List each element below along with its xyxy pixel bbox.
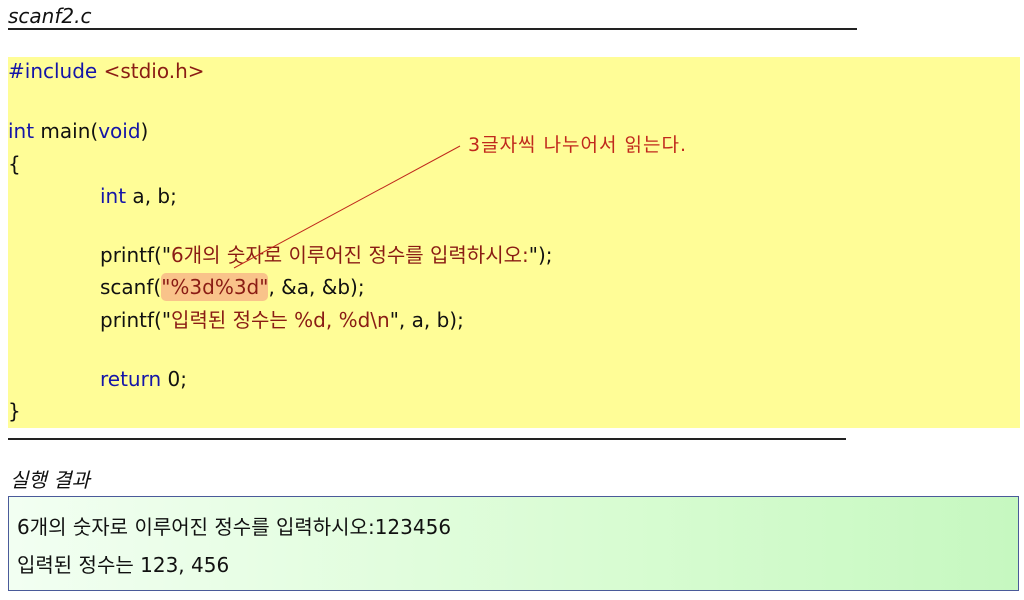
code-text: ", a, b); [389,308,464,332]
keyword: int [8,119,35,143]
code-line-printf-prompt: printf("6개의 숫자로 이루어진 정수를 입력하시오:"); [100,243,553,267]
bottom-divider [8,438,846,440]
code-line-include: #include <stdio.h> [8,59,205,83]
code-line-printf-result: printf("입력된 정수는 %d, %d\n", a, b); [100,308,464,332]
code-line-return: return 0; [100,367,187,391]
header-name: <stdio.h> [103,59,205,83]
code-line-main: int main(void) [8,119,148,143]
file-title: scanf2.c [8,4,92,28]
code-text: a, b; [126,184,177,208]
code-text: main( [34,119,99,143]
code-text: ) [140,119,149,143]
keyword: void [98,119,141,143]
code-text: printf(" [100,243,172,267]
output-line: 6개의 숫자로 이루어진 정수를 입력하시오:123456 [17,515,452,539]
annotation-note: 3글자씩 나누어서 읽는다. [468,134,688,156]
code-line-declaration: int a, b; [100,184,177,208]
keyword: #include [8,59,98,83]
result-output-box: 6개의 숫자로 이루어진 정수를 입력하시오:123456 입력된 정수는 12… [8,496,1019,591]
keyword: return [100,367,162,391]
code-text: scanf( [100,275,162,299]
keyword: int [100,184,127,208]
output-line: 입력된 정수는 123, 456 [17,553,230,577]
string-literal: 입력된 정수는 %d, %d\n [171,308,390,332]
result-title: 실행 결과 [10,468,90,492]
string-literal: 6개의 숫자로 이루어진 정수를 입력하시오: [171,243,529,267]
code-text: , &a, &b); [268,275,365,299]
code-line-scanf: scanf("%3d%3d", &a, &b); [100,273,365,301]
code-line-open-brace: { [8,152,21,176]
code-text: printf(" [100,308,172,332]
code-text: 0; [161,367,187,391]
highlighted-format-string: "%3d%3d" [161,273,269,301]
code-line-close-brace: } [8,399,21,423]
code-text: "); [528,243,553,267]
title-divider [8,28,857,30]
